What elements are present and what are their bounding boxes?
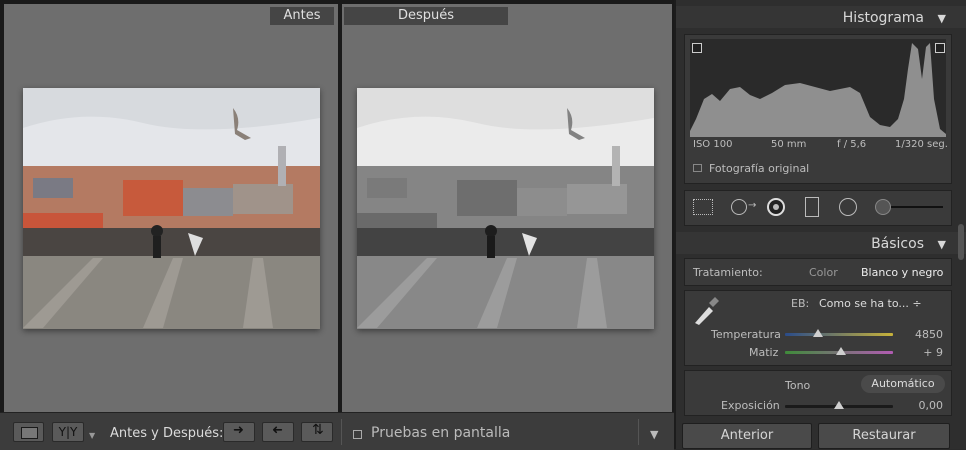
focal-length-value: 50 mm <box>771 139 807 150</box>
basics-collapse-icon[interactable]: ▼ <box>938 238 946 251</box>
toolbar-divider-right <box>638 419 639 445</box>
soft-proof-checkbox[interactable] <box>353 430 362 439</box>
spot-arrow-icon: → <box>748 200 757 211</box>
collapse-triangle-icon[interactable]: ▼ <box>938 12 946 25</box>
basics-title: Básicos <box>871 236 924 252</box>
after-photo[interactable] <box>357 88 654 329</box>
copy-before-to-after-button[interactable]: ➜ <box>223 422 255 442</box>
basics-header[interactable]: Básicos ▼ <box>676 232 966 254</box>
exposure-label: Exposición <box>721 399 780 412</box>
after-pane[interactable]: Después <box>342 4 672 412</box>
temperature-label: Temperatura <box>711 328 781 341</box>
loupe-view-button[interactable] <box>13 422 44 442</box>
swap-before-after-button[interactable]: ⇅ <box>301 422 333 442</box>
before-after-view-button[interactable]: Y|Y <box>52 422 84 442</box>
temperature-slider[interactable] <box>785 333 893 336</box>
wb-label: EB: <box>791 297 810 310</box>
before-label: Antes <box>270 7 334 25</box>
temperature-slider-thumb[interactable] <box>813 329 824 337</box>
panel-scrollbar[interactable] <box>958 224 964 260</box>
previous-button[interactable]: Anterior <box>682 423 812 449</box>
treatment-row: Tratamiento: Color Blanco y negro <box>684 258 952 286</box>
swap-arrows-icon: ⇅ <box>312 422 324 438</box>
after-label: Después <box>344 7 508 25</box>
original-photo-label: Fotografía original <box>709 162 810 175</box>
loupe-icon <box>21 427 38 439</box>
treatment-color-option[interactable]: Color <box>809 266 838 279</box>
photo-image-bw <box>357 88 654 329</box>
auto-tone-button[interactable]: Automático <box>861 375 945 393</box>
toolbar-options-icon[interactable]: ▼ <box>650 428 658 441</box>
white-balance-section: EB: Como se ha to... ÷ Temperatura 4850 … <box>684 290 952 366</box>
arrow-left-icon: ➜ <box>272 423 283 438</box>
exposure-slider-thumb[interactable] <box>834 401 844 409</box>
treatment-bw-option[interactable]: Blanco y negro <box>861 266 943 279</box>
reset-button[interactable]: Restaurar <box>818 423 950 449</box>
tool-strip: → <box>684 190 952 226</box>
highlight-clipping-toggle[interactable] <box>935 43 945 53</box>
histogram-header[interactable]: Histograma ▼ <box>676 6 966 28</box>
view-mode-dropdown-icon[interactable]: ▼ <box>89 431 95 440</box>
soft-proof-label: Pruebas en pantalla <box>371 425 511 441</box>
arrow-right-icon: ➜ <box>233 423 244 438</box>
red-eye-icon[interactable] <box>767 198 785 216</box>
compare-view: Antes Después <box>0 0 674 412</box>
before-photo[interactable] <box>23 88 320 329</box>
shutter-value: 1/320 seg. <box>895 139 948 150</box>
tint-value[interactable]: + 9 <box>923 346 943 359</box>
brush-slider-track[interactable] <box>891 206 943 208</box>
histogram-panel: ISO 100 50 mm f / 5,6 1/320 seg. Fotogra… <box>684 34 952 184</box>
wb-dropdown[interactable]: Como se ha to... ÷ <box>819 297 922 310</box>
histogram-title: Histograma <box>842 10 924 26</box>
toolbar-divider <box>341 419 342 445</box>
before-after-label: Antes y Después: <box>110 426 224 441</box>
iso-value: ISO 100 <box>693 139 733 150</box>
histogram-graph <box>690 39 946 137</box>
before-pane[interactable]: Antes <box>4 4 338 412</box>
radial-filter-icon[interactable] <box>839 198 857 216</box>
graduated-filter-icon[interactable] <box>805 197 819 217</box>
original-photo-checkbox[interactable] <box>693 164 702 172</box>
spot-removal-icon[interactable] <box>731 199 747 215</box>
photo-image <box>23 88 320 329</box>
copy-after-to-before-button[interactable]: ➜ <box>262 422 294 442</box>
tone-section: Tono Automático Exposición 0,00 <box>684 370 952 416</box>
shadow-clipping-toggle[interactable] <box>692 43 702 53</box>
crop-tool-icon[interactable] <box>693 199 713 215</box>
tint-slider-thumb[interactable] <box>836 347 847 355</box>
bottom-toolbar: Y|Y ▼ Antes y Después: ➜ ➜ ⇅ Pruebas en … <box>0 412 674 450</box>
tone-label: Tono <box>785 379 811 392</box>
treatment-label: Tratamiento: <box>693 266 763 279</box>
eyedropper-icon[interactable] <box>691 295 721 327</box>
adjustment-brush-icon[interactable] <box>875 199 891 215</box>
temperature-value[interactable]: 4850 <box>915 328 943 341</box>
aperture-value: f / 5,6 <box>837 139 867 150</box>
right-panel: Histograma ▼ ISO 100 50 mm f / 5,6 1/320… <box>674 0 966 449</box>
tint-label: Matiz <box>749 346 779 359</box>
exposure-value[interactable]: 0,00 <box>919 399 944 412</box>
